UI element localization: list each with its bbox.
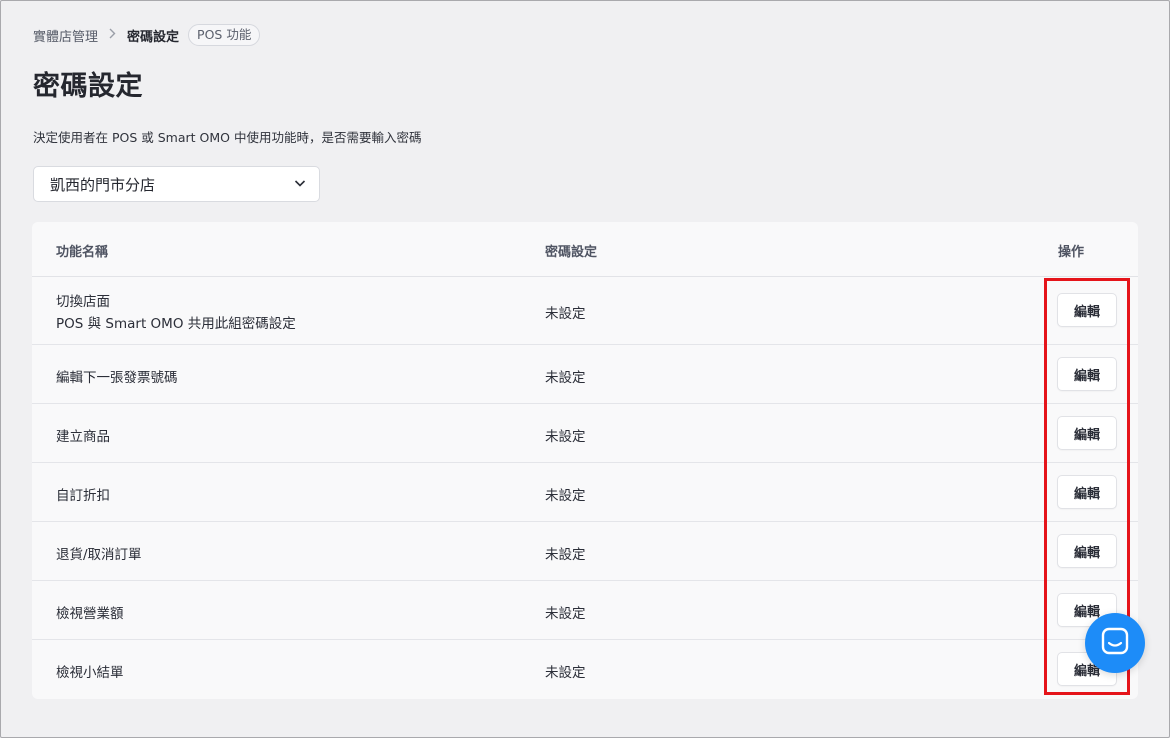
table-row: 退貨/取消訂單 未設定 編輯 [32,522,1138,581]
edit-button[interactable]: 編輯 [1057,475,1117,509]
function-name: 切換店面 [56,294,110,310]
table-row: 建立商品 未設定 編輯 [32,404,1138,463]
store-select[interactable]: 凱西的門市分店 [33,166,320,202]
chat-launcher-button[interactable] [1085,613,1145,673]
breadcrumb: 實體店管理 密碼設定 POS 功能 [33,24,261,46]
function-name: 建立商品 [56,429,110,445]
chat-icon [1100,626,1130,660]
breadcrumb-parent-link[interactable]: 實體店管理 [33,26,98,45]
breadcrumb-current: 密碼設定 [127,29,180,45]
function-name: 自訂折扣 [56,488,110,504]
chevron-right-icon [108,28,116,43]
function-name: 檢視營業額 [56,606,124,622]
store-select-value: 凱西的門市分店 [50,175,156,194]
column-header-action: 操作 [1058,245,1085,260]
column-header-function: 功能名稱 [56,245,109,260]
edit-button[interactable]: 編輯 [1057,293,1117,327]
password-status: 未設定 [545,606,586,622]
function-subtext: POS 與 Smart OMO 共用此組密碼設定 [56,316,296,332]
password-status: 未設定 [545,665,586,681]
password-status: 未設定 [545,306,586,322]
edit-button[interactable]: 編輯 [1057,416,1117,450]
password-settings-table: 功能名稱 密碼設定 操作 切換店面 POS 與 Smart OMO 共用此組密碼… [32,222,1138,699]
table-row: 自訂折扣 未設定 編輯 [32,463,1138,522]
function-name-cell: 切換店面 POS 與 Smart OMO 共用此組密碼設定 [56,291,296,335]
table-row: 檢視小結單 未設定 編輯 [32,640,1138,699]
table-header: 功能名稱 密碼設定 操作 [32,222,1138,277]
table-row: 編輯下一張發票號碼 未設定 編輯 [32,345,1138,404]
function-name: 檢視小結單 [56,665,124,681]
feature-badge: POS 功能 [188,24,261,46]
function-name: 退貨/取消訂單 [56,547,142,563]
chevron-down-icon [293,175,307,194]
column-header-password: 密碼設定 [545,245,598,260]
function-name: 編輯下一張發票號碼 [56,370,178,386]
password-status: 未設定 [545,488,586,504]
edit-button[interactable]: 編輯 [1057,357,1117,391]
password-status: 未設定 [545,547,586,563]
table-row: 檢視營業額 未設定 編輯 [32,581,1138,640]
password-status: 未設定 [545,370,586,386]
page-title: 密碼設定 [33,71,143,102]
password-status: 未設定 [545,429,586,445]
table-row: 切換店面 POS 與 Smart OMO 共用此組密碼設定 未設定 編輯 [32,277,1138,345]
page-description: 決定使用者在 POS 或 Smart OMO 中使用功能時，是否需要輸入密碼 [33,130,422,145]
edit-button[interactable]: 編輯 [1057,534,1117,568]
